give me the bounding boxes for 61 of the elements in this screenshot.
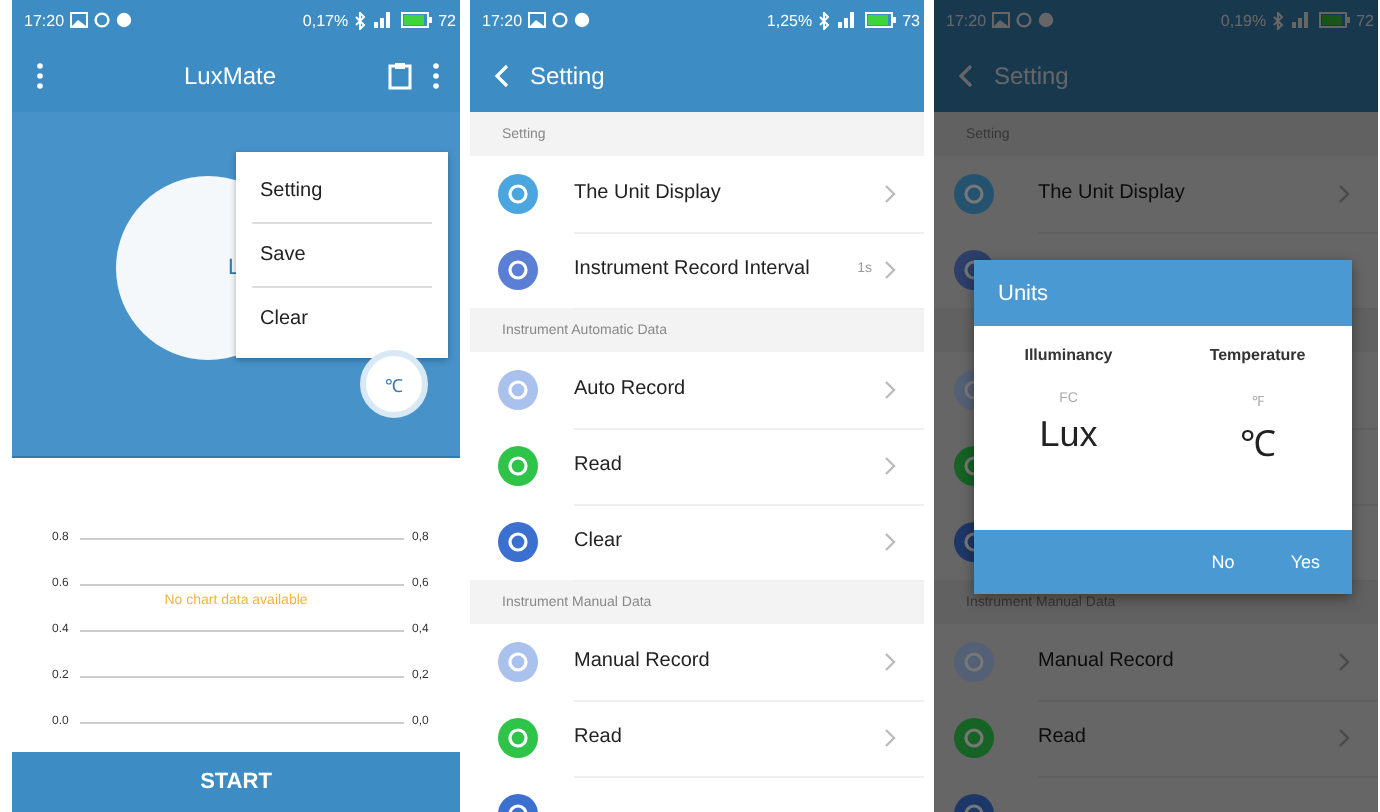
battery-level: 72: [438, 11, 456, 29]
status-time: 17:20: [482, 11, 523, 29]
more-icon[interactable]: [432, 62, 440, 90]
battery-icon: [864, 12, 897, 28]
signal-icon: [372, 12, 395, 28]
settings-row[interactable]: Auto Record: [470, 352, 924, 428]
chevron-icon: [1338, 727, 1350, 747]
ring-icon: [552, 12, 569, 28]
menu-item[interactable]: Setting: [252, 160, 432, 224]
unit-button[interactable]: ℃: [360, 350, 428, 418]
picture-icon: [528, 12, 547, 28]
chevron-icon: [884, 259, 896, 279]
unit-option[interactable]: Lux: [1039, 414, 1098, 456]
battery-level: 72: [1356, 11, 1374, 29]
picture-icon: [992, 12, 1011, 28]
menu-item[interactable]: Clear: [252, 288, 432, 350]
app-title: LuxMate: [181, 62, 279, 90]
chevron-icon: [884, 651, 896, 671]
settings-row[interactable]: Clear: [470, 504, 924, 580]
signal-icon: [1290, 12, 1313, 28]
back-icon[interactable]: [494, 64, 510, 88]
chevron-icon: [884, 455, 896, 475]
chevron-icon: [884, 727, 896, 747]
data-rate: 0,17%: [302, 11, 349, 29]
dot-icon: [574, 12, 591, 28]
screen-title: Setting: [994, 62, 1069, 90]
dialog-title: Units: [998, 281, 1049, 305]
chevron-icon: [884, 379, 896, 399]
data-rate: 1,25%: [766, 11, 813, 29]
ring-icon: [94, 12, 111, 28]
clipboard-icon[interactable]: [388, 62, 412, 90]
ring-icon: [1016, 12, 1033, 28]
chevron-icon: [1338, 183, 1350, 203]
signal-icon: [836, 12, 859, 28]
column-heading: Illuminancy: [1024, 346, 1113, 364]
settings-row[interactable]: The Unit Display: [470, 156, 924, 232]
menu-icon[interactable]: [36, 62, 44, 90]
chevron-icon: [884, 183, 896, 203]
start-button[interactable]: START: [12, 752, 460, 812]
battery-icon: [1318, 12, 1351, 28]
menu-item[interactable]: Save: [252, 224, 432, 288]
dot-icon: [116, 12, 133, 28]
bluetooth-icon: [818, 11, 831, 29]
status-time: 17:20: [946, 11, 987, 29]
bluetooth-icon: [1272, 11, 1285, 29]
chevron-icon: [884, 531, 896, 551]
settings-row[interactable]: Manual Record: [470, 624, 924, 700]
settings-row[interactable]: Read: [470, 428, 924, 504]
battery-level: 73: [902, 11, 920, 29]
dot-icon: [1038, 12, 1055, 28]
battery-icon: [400, 12, 433, 28]
settings-row[interactable]: Read: [470, 700, 924, 776]
bluetooth-icon: [354, 11, 367, 29]
screen-title: Setting: [530, 62, 605, 90]
back-icon[interactable]: [958, 64, 974, 88]
data-rate: 0,19%: [1220, 11, 1267, 29]
status-time: 17:20: [24, 11, 65, 29]
chevron-icon: [1338, 651, 1350, 671]
column-heading: Temperature: [1209, 346, 1306, 364]
unit-option[interactable]: ℃: [1239, 418, 1276, 466]
picture-icon: [70, 12, 89, 28]
